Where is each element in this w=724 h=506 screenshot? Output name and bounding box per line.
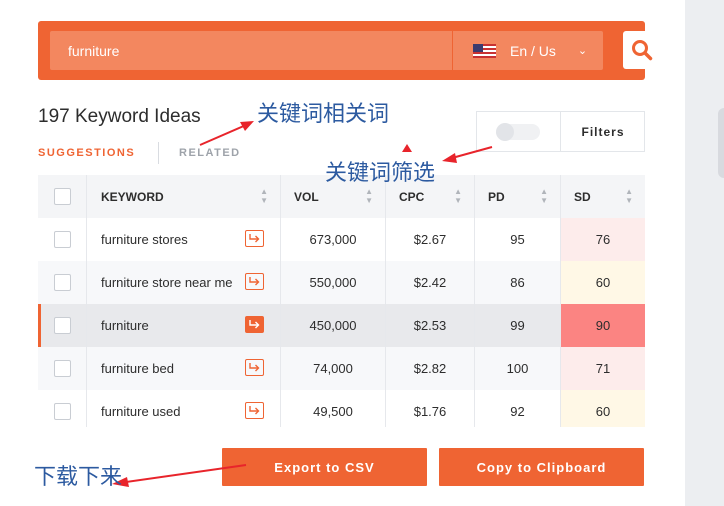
annotation-filter-note: 关键词筛选 (325, 161, 436, 186)
annotation-marker-triangle (402, 144, 412, 152)
annotation-download-note: 下载下来 (34, 465, 123, 490)
annotation-related-note: 关键词相关词 (257, 102, 390, 127)
annotation-arrowhead-filter (442, 153, 457, 163)
annotation-arrow-filter (451, 146, 493, 159)
annotation-arrow-related (199, 124, 247, 146)
annotation-arrow-download (125, 464, 247, 483)
annotation-arrows (112, 121, 493, 487)
